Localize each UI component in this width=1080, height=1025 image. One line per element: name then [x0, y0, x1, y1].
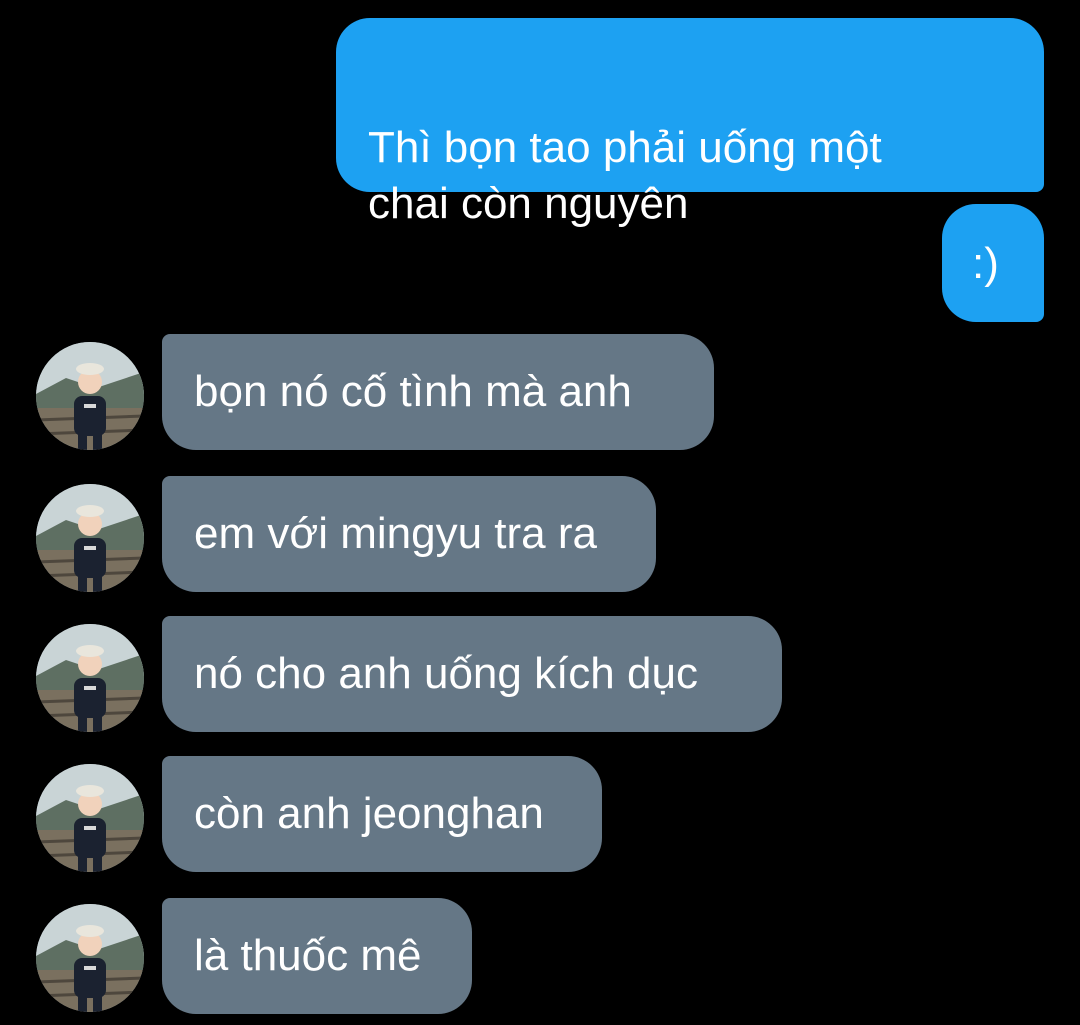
incoming-message-bubble[interactable]: là thuốc mê: [162, 898, 472, 1014]
incoming-message-bubble[interactable]: còn anh jeonghan: [162, 756, 602, 872]
child-avatar-icon: [36, 764, 144, 872]
child-avatar-icon: [36, 342, 144, 450]
message-text: em với mingyu tra ra: [194, 509, 597, 558]
message-text: Thì bọn tao phải uống một chai còn nguyê…: [368, 123, 882, 228]
incoming-message-bubble[interactable]: bọn nó cố tình mà anh: [162, 334, 714, 450]
message-text: là thuốc mê: [194, 931, 422, 980]
message-text: bọn nó cố tình mà anh: [194, 367, 632, 416]
outgoing-message-bubble[interactable]: Thì bọn tao phải uống một chai còn nguyê…: [336, 18, 1044, 228]
sender-avatar[interactable]: [36, 484, 144, 592]
incoming-message-bubble[interactable]: em với mingyu tra ra: [162, 476, 656, 592]
sender-avatar[interactable]: [36, 904, 144, 1012]
sender-avatar[interactable]: [36, 342, 144, 450]
incoming-message-bubble[interactable]: nó cho anh uống kích dục: [162, 616, 782, 732]
sender-avatar[interactable]: [36, 624, 144, 732]
child-avatar-icon: [36, 904, 144, 1012]
child-avatar-icon: [36, 624, 144, 732]
sender-avatar[interactable]: [36, 764, 144, 872]
message-text: nó cho anh uống kích dục: [194, 649, 698, 698]
message-text: còn anh jeonghan: [194, 789, 544, 838]
message-text: :): [972, 239, 999, 288]
child-avatar-icon: [36, 484, 144, 592]
outgoing-message-bubble[interactable]: :): [942, 204, 1044, 322]
